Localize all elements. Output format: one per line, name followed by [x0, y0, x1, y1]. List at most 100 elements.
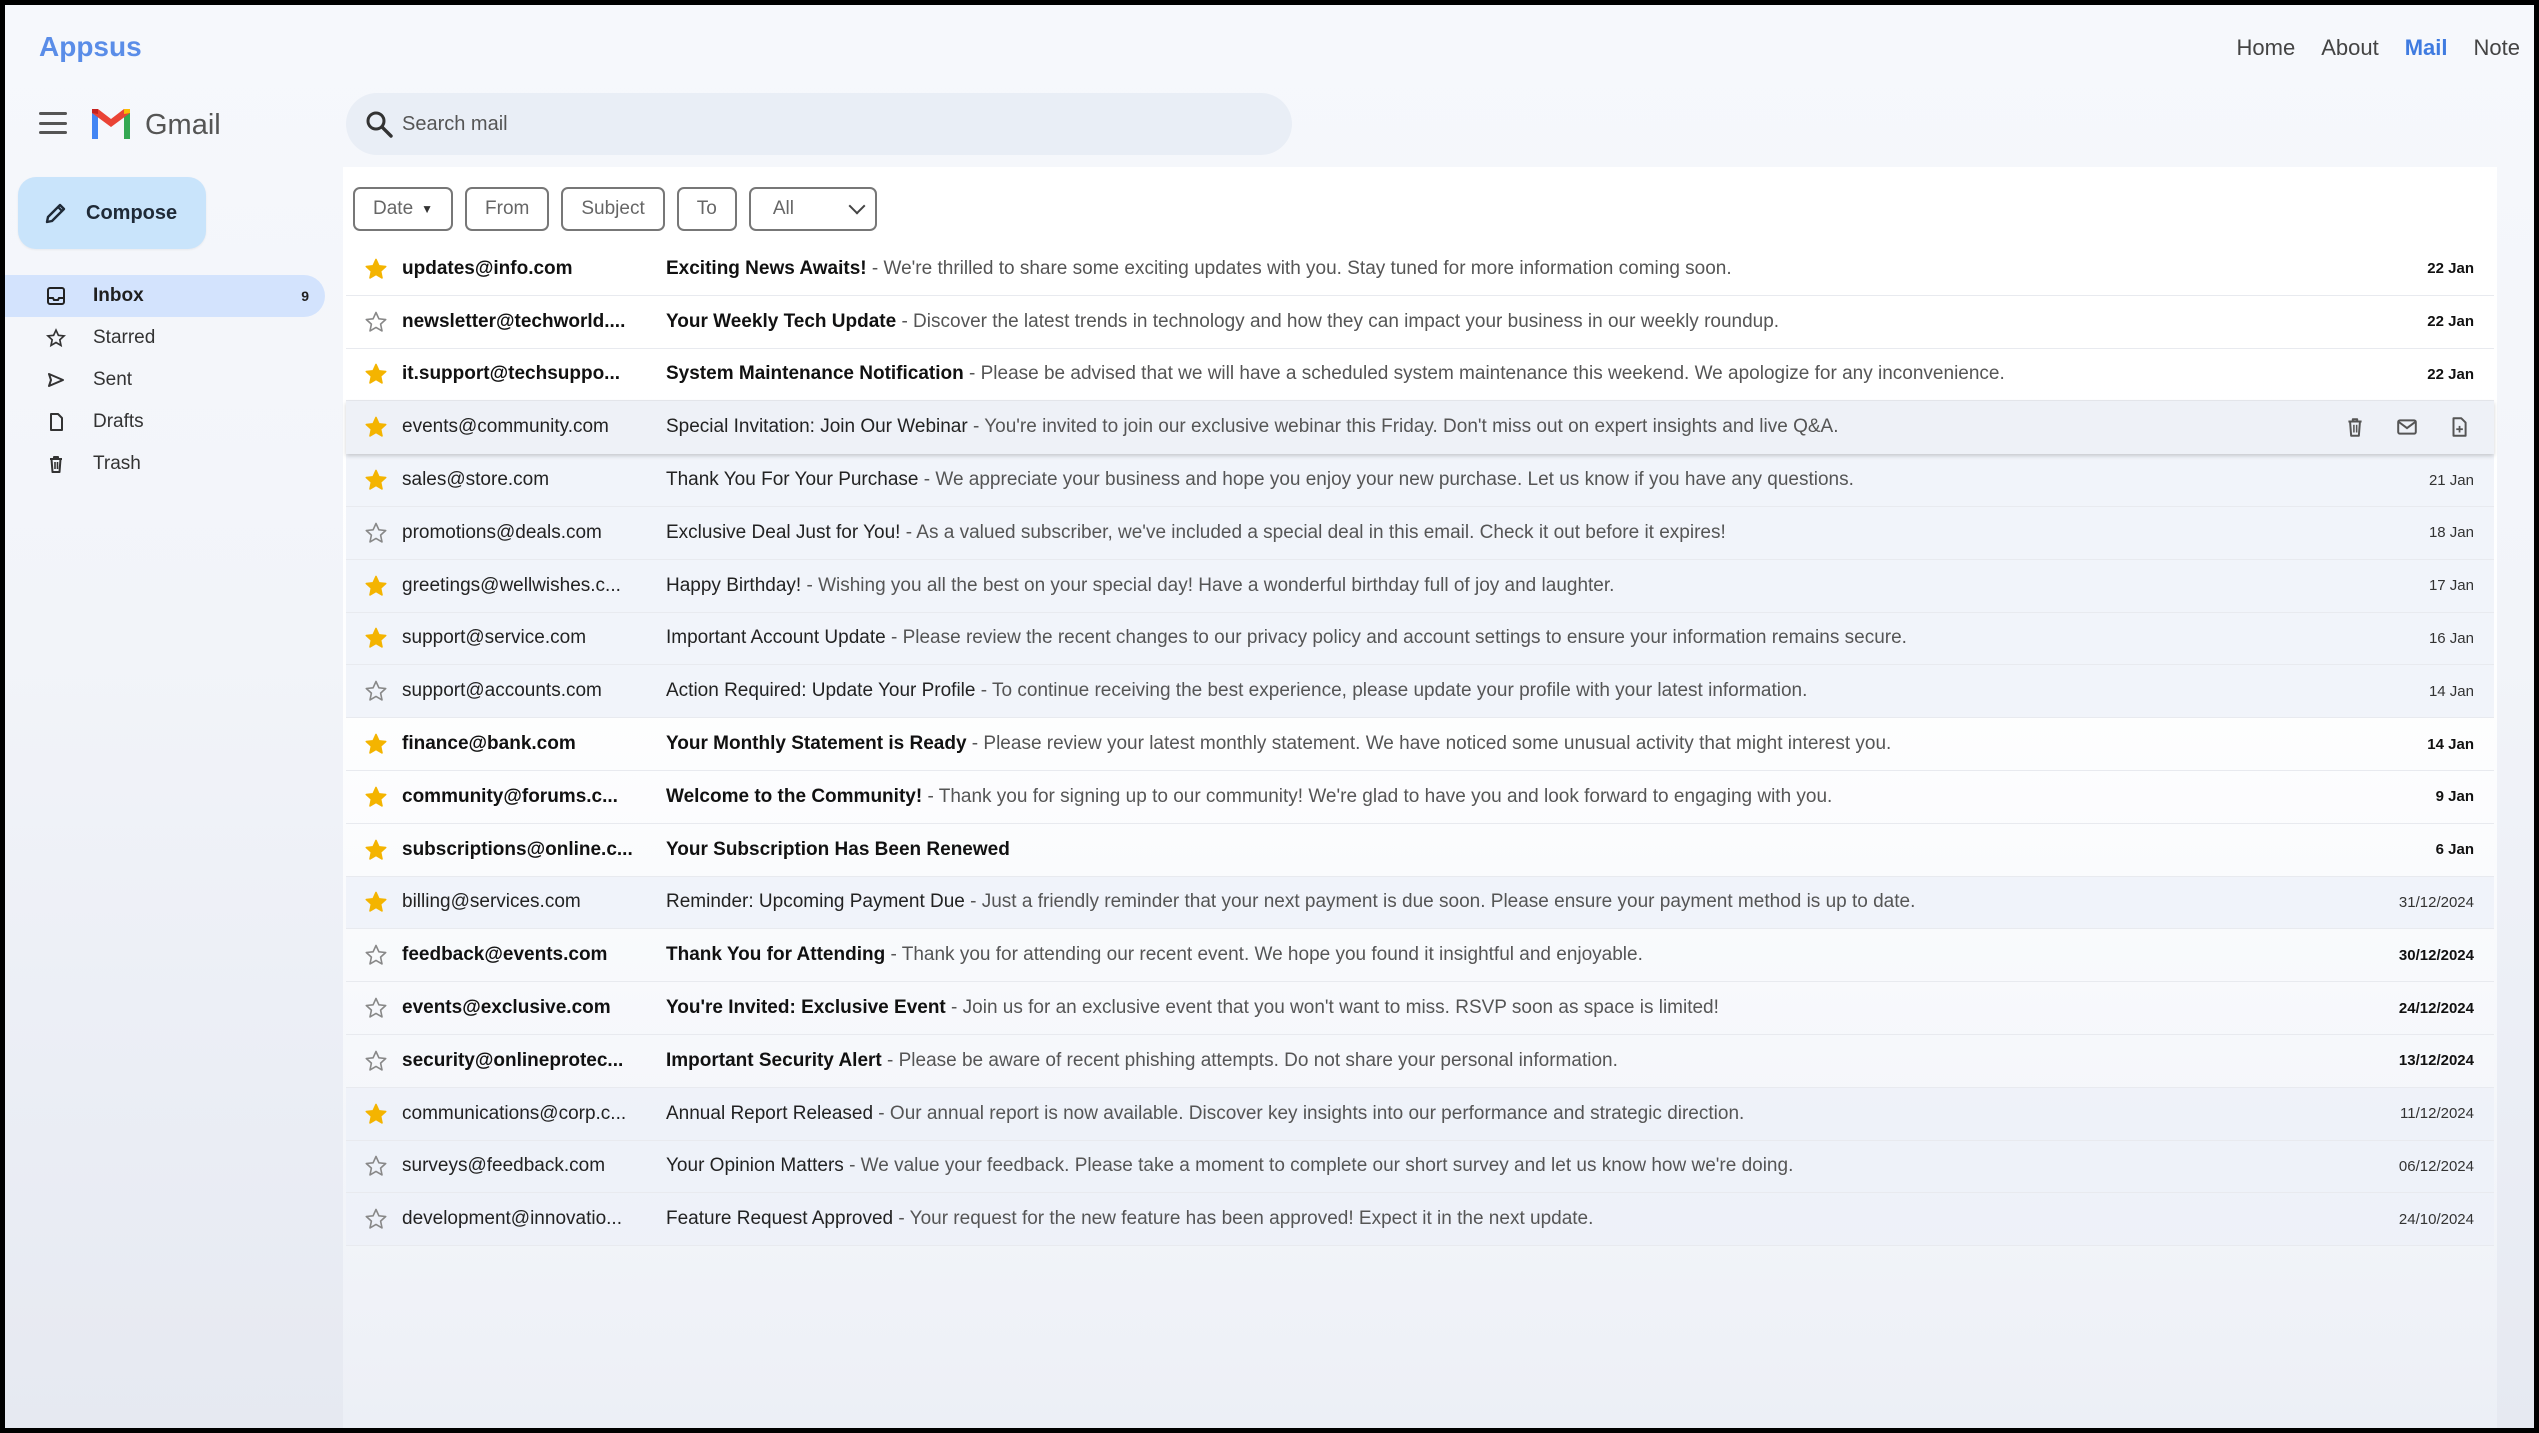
- mail-from: updates@info.com: [402, 257, 573, 279]
- mail-subject: Special Invitation: Join Our Webinar: [666, 416, 968, 438]
- nav-home[interactable]: Home: [2237, 35, 2296, 61]
- mail-preview: Annual Report Released - Our annual repo…: [666, 1103, 2344, 1125]
- star-outline-icon[interactable]: [364, 996, 388, 1020]
- star-filled-icon[interactable]: [364, 626, 388, 650]
- mail-date: 22 Jan: [2427, 313, 2474, 331]
- mail-row[interactable]: updates@info.com Exciting News Awaits! -…: [346, 243, 2494, 296]
- read-filter-select[interactable]: All: [748, 187, 877, 231]
- mail-row[interactable]: support@service.com Important Account Up…: [346, 612, 2494, 666]
- mark-unread-icon[interactable]: [2396, 416, 2418, 438]
- star-filled-icon[interactable]: [364, 1102, 388, 1126]
- mail-date: 22 Jan: [2427, 365, 2474, 383]
- app-window: Appsus Home About Mail Note Gmail Compos…: [5, 5, 2534, 1428]
- mail-snippet: - Wishing you all the best on your speci…: [801, 574, 1615, 596]
- mail-snippet: - We're thrilled to share some exciting …: [866, 257, 1732, 279]
- star-filled-icon[interactable]: [364, 257, 388, 281]
- mail-snippet: - Thank you for attending our recent eve…: [885, 944, 1643, 966]
- star-icon: [45, 327, 67, 349]
- mail-row[interactable]: support@accounts.com Action Required: Up…: [346, 665, 2494, 719]
- sidebar-item-starred[interactable]: Starred: [5, 317, 325, 359]
- mail-row[interactable]: newsletter@techworld.... Your Weekly Tec…: [346, 296, 2494, 349]
- star-outline-icon[interactable]: [364, 1154, 388, 1178]
- pencil-icon: [45, 203, 66, 224]
- star-outline-icon[interactable]: [364, 1207, 388, 1231]
- mail-date: 14 Jan: [2427, 735, 2474, 753]
- mail-row[interactable]: it.support@techsuppo... System Maintenan…: [346, 349, 2494, 402]
- mail-row[interactable]: promotions@deals.com Exclusive Deal Just…: [346, 506, 2494, 560]
- mail-row[interactable]: surveys@feedback.com Your Opinion Matter…: [346, 1140, 2494, 1194]
- menu-icon[interactable]: [39, 112, 67, 134]
- mail-preview: Reminder: Upcoming Payment Due - Just a …: [666, 891, 2344, 913]
- search-bar: [346, 93, 1292, 155]
- mail-row[interactable]: finance@bank.com Your Monthly Statement …: [346, 718, 2494, 771]
- mail-snippet: - Please be advised that we will have a …: [963, 363, 2005, 385]
- mail-date: 06/12/2024: [2398, 1157, 2474, 1175]
- mail-from: support@accounts.com: [402, 680, 602, 702]
- mail-snippet: - We appreciate your business and hope y…: [918, 469, 1854, 491]
- mail-subject: Exclusive Deal Just for You!: [666, 521, 901, 543]
- star-filled-icon[interactable]: [364, 838, 388, 862]
- sidebar-item-label: Trash: [93, 453, 141, 474]
- save-note-icon[interactable]: [2448, 416, 2470, 438]
- mail-from: communications@corp.c...: [402, 1102, 627, 1124]
- mail-from: promotions@deals.com: [402, 521, 602, 543]
- nav-about[interactable]: About: [2321, 35, 2379, 61]
- mail-row[interactable]: community@forums.c... Welcome to the Com…: [346, 771, 2494, 824]
- mail-row[interactable]: sales@store.com Thank You For Your Purch…: [346, 454, 2494, 507]
- mail-snippet: - You're invited to join our exclusive w…: [967, 416, 1839, 438]
- mail-row[interactable]: billing@services.com Reminder: Upcoming …: [346, 876, 2494, 930]
- mail-row[interactable]: development@innovatio... Feature Request…: [346, 1193, 2494, 1247]
- search-input[interactable]: [402, 93, 1262, 155]
- mail-date: 13/12/2024: [2398, 1052, 2474, 1070]
- mail-snippet: - Please be aware of recent phishing att…: [881, 1049, 1618, 1071]
- mail-row[interactable]: feedback@events.com Thank You for Attend…: [346, 929, 2494, 983]
- star-outline-icon[interactable]: [364, 679, 388, 703]
- read-filter-value: All: [772, 198, 794, 219]
- mail-row[interactable]: subscriptions@online.c... Your Subscript…: [346, 824, 2494, 877]
- star-filled-icon[interactable]: [364, 362, 388, 386]
- star-outline-icon[interactable]: [364, 1049, 388, 1073]
- sidebar-item-drafts[interactable]: Drafts: [5, 401, 325, 443]
- mail-row[interactable]: greetings@wellwishes.c... Happy Birthday…: [346, 559, 2494, 613]
- sort-to-button[interactable]: To: [676, 187, 737, 231]
- sidebar-item-trash[interactable]: Trash: [5, 443, 325, 485]
- sort-subject-button[interactable]: Subject: [561, 187, 665, 231]
- sidebar-item-inbox[interactable]: Inbox 9: [5, 275, 325, 317]
- sort-from-button[interactable]: From: [465, 187, 550, 231]
- mail-snippet: - Just a friendly reminder that your nex…: [964, 891, 1916, 913]
- delete-icon[interactable]: [2344, 416, 2366, 438]
- mail-subject: Happy Birthday!: [666, 574, 802, 596]
- mail-subject: Reminder: Upcoming Payment Due: [666, 891, 965, 913]
- row-actions: [2344, 416, 2470, 438]
- star-filled-icon[interactable]: [364, 574, 388, 598]
- app-logo[interactable]: Appsus: [39, 31, 142, 63]
- compose-button[interactable]: Compose: [18, 177, 206, 249]
- gmail-logo-icon: [92, 109, 130, 139]
- mail-panel: Date ▼ From Subject To All updates@info.c…: [343, 167, 2497, 1428]
- search-icon[interactable]: [364, 109, 394, 139]
- mail-from: sales@store.com: [402, 469, 550, 491]
- sidebar-item-sent[interactable]: Sent: [5, 359, 325, 401]
- nav-note[interactable]: Note: [2474, 35, 2520, 61]
- mail-row[interactable]: communications@corp.c... Annual Report R…: [346, 1087, 2494, 1141]
- mail-subject: Annual Report Released: [666, 1102, 874, 1124]
- mail-row[interactable]: security@onlineprotec... Important Secur…: [346, 1035, 2494, 1088]
- star-filled-icon[interactable]: [364, 785, 388, 809]
- mail-date: 16 Jan: [2428, 629, 2474, 647]
- mail-from: support@service.com: [402, 627, 587, 649]
- star-filled-icon[interactable]: [364, 468, 388, 492]
- sort-date-button[interactable]: Date ▼: [353, 187, 454, 231]
- mail-preview: Thank You For Your Purchase - We appreci…: [666, 469, 2344, 491]
- star-outline-icon[interactable]: [364, 521, 388, 545]
- mail-preview: System Maintenance Notification - Please…: [666, 363, 2344, 385]
- mail-row[interactable]: events@community.com Special Invitation:…: [346, 401, 2494, 455]
- star-filled-icon[interactable]: [364, 415, 388, 439]
- star-outline-icon[interactable]: [364, 943, 388, 967]
- mail-date: 21 Jan: [2428, 471, 2474, 489]
- star-filled-icon[interactable]: [364, 732, 388, 756]
- nav-mail[interactable]: Mail: [2405, 35, 2448, 61]
- mail-row[interactable]: events@exclusive.com You're Invited: Exc…: [346, 982, 2494, 1035]
- star-filled-icon[interactable]: [364, 890, 388, 914]
- star-outline-icon[interactable]: [364, 310, 388, 334]
- mail-date: 14 Jan: [2428, 682, 2474, 700]
